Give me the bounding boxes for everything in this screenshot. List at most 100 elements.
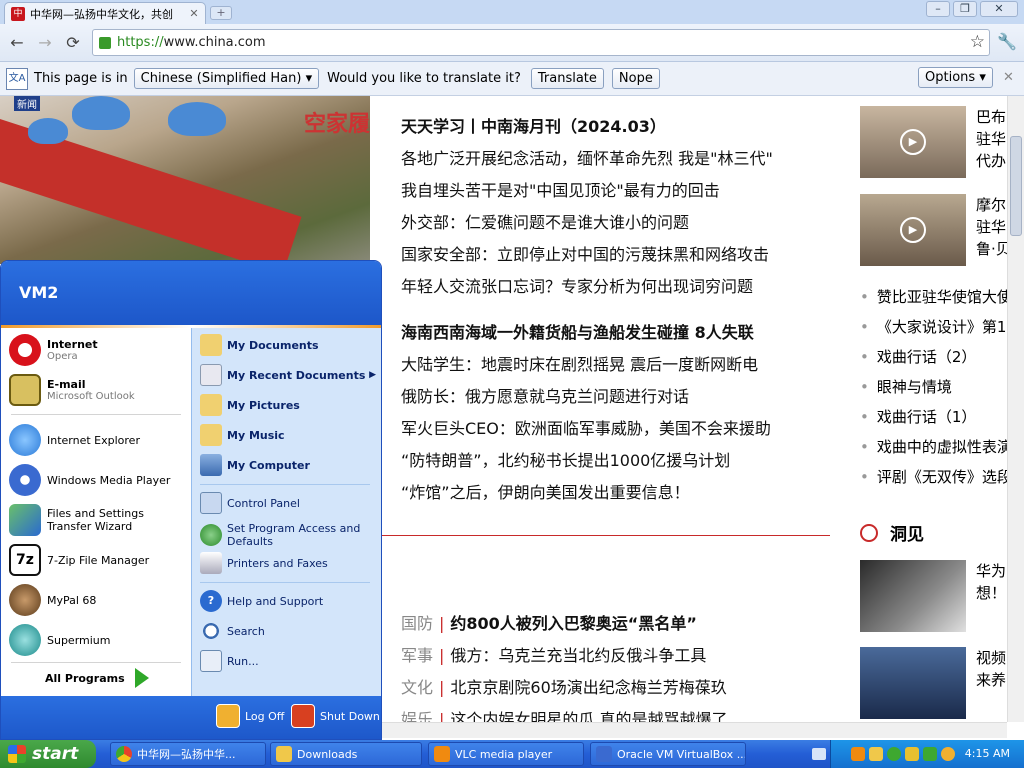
help-item[interactable]: ? Help and Support: [200, 590, 323, 612]
list-item[interactable]: 戏曲行话（1）: [860, 406, 977, 427]
pinned-internet[interactable]: Internet Opera: [9, 334, 98, 366]
category-news-item[interactable]: 军事 | 俄方：乌克兰充当北约反俄斗争工具: [401, 642, 706, 666]
new-tab-button[interactable]: +: [210, 6, 232, 20]
control-panel-icon: [200, 492, 222, 514]
recent-program[interactable]: 7z 7-Zip File Manager: [9, 544, 149, 576]
news-link[interactable]: 俄方：乌克兰充当北约反俄斗争工具: [450, 646, 706, 665]
news-link[interactable]: 俄防长：俄方愿意就乌克兰问题进行对话: [401, 383, 689, 407]
close-window-button[interactable]: ✕: [980, 1, 1018, 17]
bookmark-star-icon[interactable]: ☆: [970, 32, 985, 52]
language-select[interactable]: Chinese (Simplified Han) ▾: [133, 68, 320, 89]
recent-program[interactable]: Supermium: [9, 624, 111, 656]
news-link[interactable]: 约800人被列入巴黎奥运“黑名单”: [450, 614, 696, 633]
category-news-item[interactable]: 国防 | 约800人被列入巴黎奥运“黑名单”: [401, 610, 697, 634]
pinned-email[interactable]: E-mail Microsoft Outlook: [9, 374, 135, 406]
news-link[interactable]: 军火巨头CEO：欧洲面临军事威胁，美国不会来援助: [401, 415, 771, 439]
news-link[interactable]: 年轻人交流张口忘词？专家分析为何出现词穷问题: [401, 273, 753, 297]
my-documents-item[interactable]: My Documents: [200, 334, 319, 356]
recent-program[interactable]: MyPal 68: [9, 584, 96, 616]
address-bar[interactable]: https:// www.china.com ☆: [92, 29, 990, 56]
recent-program[interactable]: Windows Media Player: [9, 464, 170, 496]
headline-1[interactable]: 天天学习丨中南海月刊（2024.03）: [401, 113, 666, 137]
minimize-button[interactable]: –: [926, 1, 950, 17]
control-panel-item[interactable]: Control Panel: [200, 492, 300, 514]
my-recent-documents-item[interactable]: My Recent Documents ▶: [200, 364, 376, 386]
news-link[interactable]: 外交部：仁爱礁问题不是谁大谁小的问题: [401, 209, 689, 233]
news-link[interactable]: 我自埋头苦干是对"中国见顶论"最有力的回击: [401, 177, 720, 201]
article-thumbnail[interactable]: [860, 560, 966, 632]
video-thumbnail[interactable]: ▶: [860, 194, 966, 266]
start-menu-programs: Internet Opera E-mail Microsoft Outlook In…: [1, 328, 191, 696]
printers-item[interactable]: Printers and Faxes: [200, 552, 328, 574]
recent-program[interactable]: Internet Explorer: [9, 424, 140, 456]
taskbar-item-browser[interactable]: 中华网—弘扬中华...: [110, 742, 266, 766]
news-link[interactable]: 大陆学生：地震时床在剧烈摇晃 震后一度断网断电: [401, 351, 758, 375]
article-thumbnail[interactable]: [860, 647, 966, 719]
start-button[interactable]: start: [0, 740, 96, 768]
url-host: www.china.com: [163, 35, 266, 50]
wrench-menu-icon[interactable]: 🔧: [997, 32, 1017, 51]
options-button[interactable]: Options ▾: [918, 67, 993, 88]
options-label: Options: [925, 70, 976, 85]
browser-tab[interactable]: 中 中华网—弘扬中华文化，共创 ✕: [4, 2, 206, 24]
list-item[interactable]: 眼神与情境: [860, 376, 952, 397]
shut-down-button[interactable]: Shut Down: [291, 704, 380, 728]
nope-button[interactable]: Nope: [611, 68, 660, 89]
all-programs-button[interactable]: All Programs: [45, 668, 149, 688]
back-arrow-icon[interactable]: ←: [6, 32, 28, 54]
my-computer-item[interactable]: My Computer: [200, 454, 310, 476]
forward-arrow-icon[interactable]: →: [34, 32, 56, 54]
taskbar-item-vlc[interactable]: VLC media player: [428, 742, 584, 766]
reload-icon[interactable]: ⟳: [62, 32, 84, 54]
headline-2[interactable]: 海南西南海域一外籍货船与渔船发生碰撞 8人失联: [401, 319, 754, 343]
network-tray-icon[interactable]: [887, 747, 901, 761]
my-music-item[interactable]: My Music: [200, 424, 285, 446]
program-defaults-item[interactable]: Set Program Access and Defaults: [200, 522, 370, 548]
taskbar-item-downloads[interactable]: Downloads: [270, 742, 422, 766]
vlc-tray-icon[interactable]: [851, 747, 865, 761]
update-tray-icon[interactable]: [923, 747, 937, 761]
folder-tray-icon[interactable]: [869, 747, 883, 761]
article-caption[interactable]: 视频 来养: [976, 647, 1006, 691]
news-link[interactable]: “防特朗普”，北约秘书长提出1000亿援乌计划: [401, 447, 730, 471]
computer-icon: [200, 454, 222, 476]
list-item[interactable]: 戏曲中的虚拟性表演: [860, 436, 1012, 457]
security-shield-icon[interactable]: [905, 747, 919, 761]
list-item[interactable]: 《大家说设计》第1: [860, 316, 1007, 337]
video-thumbnail[interactable]: ▶: [860, 106, 966, 178]
news-link[interactable]: 北京京剧院60场演出纪念梅兰芳梅葆玖: [450, 678, 726, 697]
video-caption[interactable]: 摩尔 驻华 鲁·贝: [976, 194, 1011, 260]
close-infobar-icon[interactable]: ✕: [1003, 70, 1014, 85]
taskbar-item-virtualbox[interactable]: Oracle VM VirtualBox ...: [590, 742, 746, 766]
category-label: 国防: [401, 614, 434, 633]
list-item[interactable]: 戏曲行话（2）: [860, 346, 977, 367]
scroll-thumb[interactable]: [1010, 136, 1022, 236]
list-item[interactable]: 赞比亚驻华使馆大使: [860, 286, 1012, 307]
chrome-icon: [116, 746, 132, 762]
keyboard-icon[interactable]: [812, 748, 826, 760]
list-item[interactable]: 评剧《无双传》选段: [860, 466, 1012, 487]
maximize-button[interactable]: ❐: [953, 1, 977, 17]
news-photo[interactable]: 新闻 空家履: [0, 96, 370, 264]
close-tab-icon[interactable]: ✕: [187, 7, 201, 20]
news-badge: 新闻: [14, 96, 40, 111]
horizontal-scrollbar[interactable]: [380, 722, 1007, 738]
news-link[interactable]: 国家安全部：立即停止对中国的污蔑抹黑和网络攻击: [401, 241, 769, 265]
vertical-scrollbar[interactable]: [1007, 96, 1024, 722]
article-caption[interactable]: 华为 想！: [976, 560, 1006, 604]
category-news-item[interactable]: 文化 | 北京京剧院60场演出纪念梅兰芳梅葆玖: [401, 674, 727, 698]
my-pictures-item[interactable]: My Pictures: [200, 394, 300, 416]
news-link[interactable]: 各地广泛开展纪念活动，缅怀革命先烈 我是"林三代": [401, 145, 773, 169]
run-item[interactable]: Run...: [200, 650, 259, 672]
category-label: 军事: [401, 646, 434, 665]
folder-pictures-icon: [200, 394, 222, 416]
log-off-button[interactable]: Log Off: [216, 704, 284, 728]
translate-button[interactable]: Translate: [530, 68, 604, 89]
search-item[interactable]: Search: [200, 620, 265, 642]
news-link[interactable]: “炸馆”之后，伊朗向美国发出重要信息！: [401, 479, 690, 503]
video-caption[interactable]: 巴布 驻华 代办: [976, 106, 1006, 172]
search-tray-icon[interactable]: [941, 747, 955, 761]
site-favicon-icon: 中: [11, 6, 25, 21]
recent-program[interactable]: Files and Settings Transfer Wizard: [9, 504, 182, 536]
category-label: 文化: [401, 678, 434, 697]
